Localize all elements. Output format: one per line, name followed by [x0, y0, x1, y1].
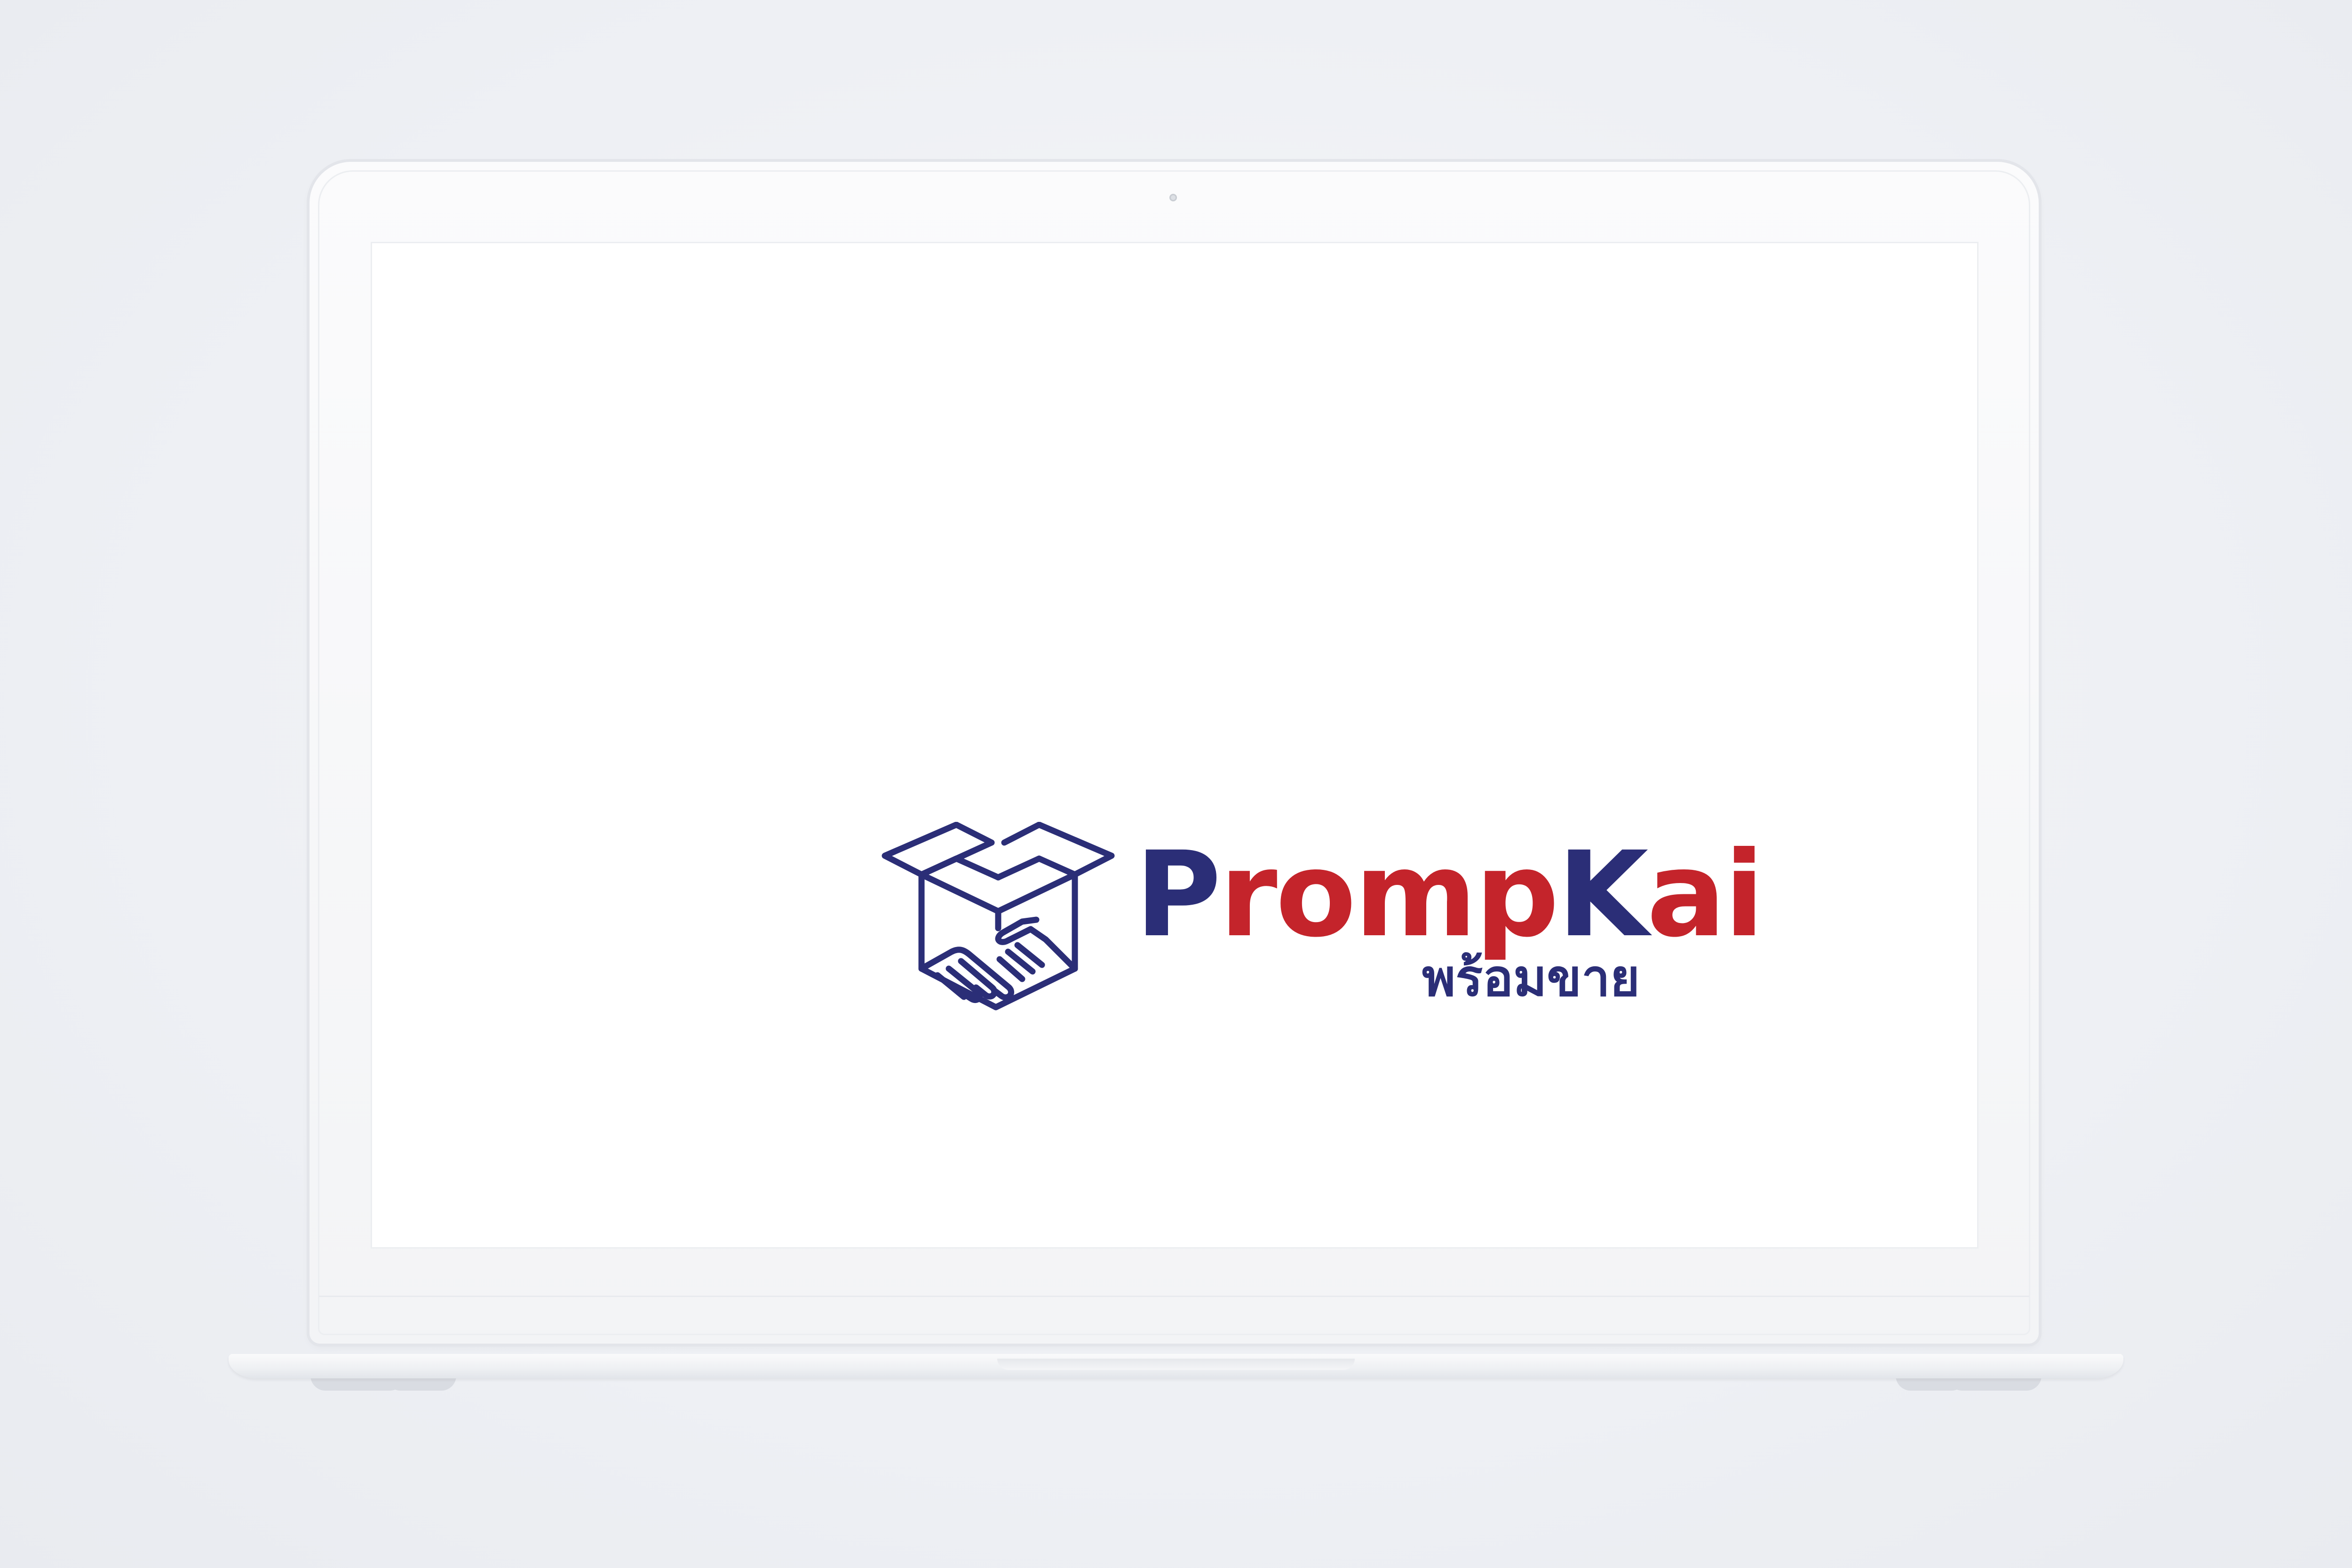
brand-letter-k: K	[1557, 826, 1649, 963]
box-handshake-icon	[882, 822, 1115, 1011]
lid-chin-divider	[319, 1296, 2029, 1297]
brand-thai-name: พร้อมขาย	[1422, 949, 1640, 1008]
mockup-stage: PrompKai พร้อมขาย	[0, 0, 2352, 1568]
brand-wordmark: PrompKai	[1135, 836, 1764, 954]
laptop-base	[229, 1354, 2123, 1378]
base-opening-notch	[997, 1359, 1355, 1370]
brand-letter-p: P	[1135, 826, 1221, 963]
promptkai-logo: PrompKai พร้อมขาย	[881, 822, 1764, 1019]
brand-text-ai: ai	[1646, 826, 1764, 963]
brand-text-romp: romp	[1219, 826, 1559, 963]
laptop-screen: PrompKai พร้อมขาย	[371, 242, 1979, 1249]
camera-icon	[1169, 194, 1177, 201]
laptop-lid: PrompKai พร้อมขาย	[310, 162, 2039, 1344]
